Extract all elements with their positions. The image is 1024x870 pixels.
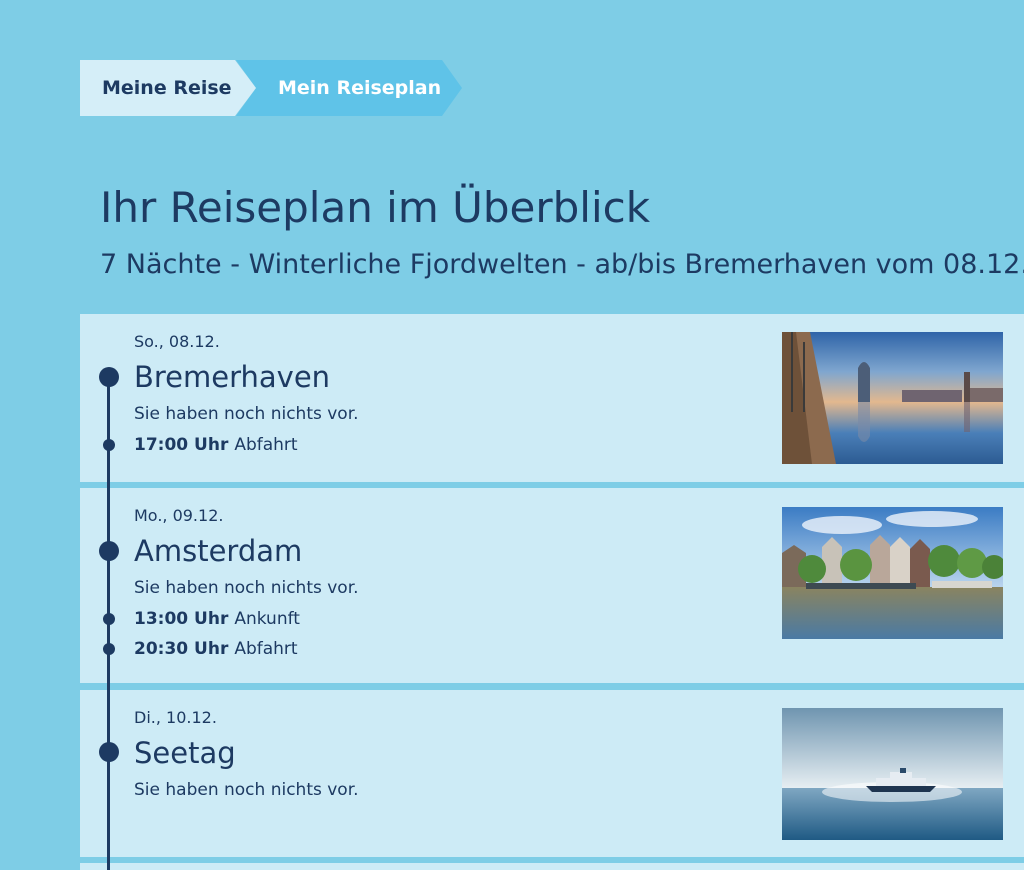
breadcrumb: Meine Reise Mein Reiseplan [80,60,464,116]
timeline-port-dot [99,367,119,387]
ship-at-sea-photo[interactable] [782,708,1003,840]
breadcrumb-label: Meine Reise [102,77,232,99]
breadcrumb-label: Mein Reiseplan [278,77,442,99]
day-card-seetag[interactable]: Di., 10.12. Seetag Sie haben noch nichts… [80,690,1024,857]
day-port: Bremerhaven [134,360,331,394]
event-time: 17:00 Uhr [134,435,229,455]
day-card-next[interactable] [80,863,1024,870]
timeline-event-dot [103,613,115,625]
harbor-photo[interactable] [782,332,1003,464]
breadcrumb-item-mein-reiseplan[interactable]: Mein Reiseplan [236,60,462,116]
day-note: Sie haben noch nichts vor. [134,404,359,424]
event-label: Abfahrt [234,639,298,659]
page-title: Ihr Reiseplan im Überblick [100,183,651,232]
day-date: Di., 10.12. [134,708,217,727]
canal-houses-photo[interactable] [782,507,1003,639]
day-date: So., 08.12. [134,332,220,351]
event-departure: 20:30 Uhr Abfahrt [134,637,298,661]
event-time: 13:00 Uhr [134,609,229,629]
event-label: Abfahrt [234,435,298,455]
day-date: Mo., 09.12. [134,506,224,525]
event-arrival: 13:00 Uhr Ankunft [134,607,300,631]
breadcrumb-item-meine-reise[interactable]: Meine Reise [80,60,256,116]
timeline-port-dot [99,541,119,561]
day-port: Seetag [134,736,236,770]
event-departure: 17:00 Uhr Abfahrt [134,433,298,457]
day-note: Sie haben noch nichts vor. [134,780,359,800]
timeline-event-dot [103,643,115,655]
page-subtitle: 7 Nächte - Winterliche Fjordwelten - ab/… [100,249,1024,280]
day-card-amsterdam[interactable]: Mo., 09.12. Amsterdam Sie haben noch nic… [80,488,1024,683]
day-note: Sie haben noch nichts vor. [134,578,359,598]
event-time: 20:30 Uhr [134,639,229,659]
event-label: Ankunft [234,609,300,629]
day-port: Amsterdam [134,534,303,568]
day-card-bremerhaven[interactable]: So., 08.12. Bremerhaven Sie haben noch n… [80,314,1024,482]
timeline-port-dot [99,742,119,762]
timeline-event-dot [103,439,115,451]
